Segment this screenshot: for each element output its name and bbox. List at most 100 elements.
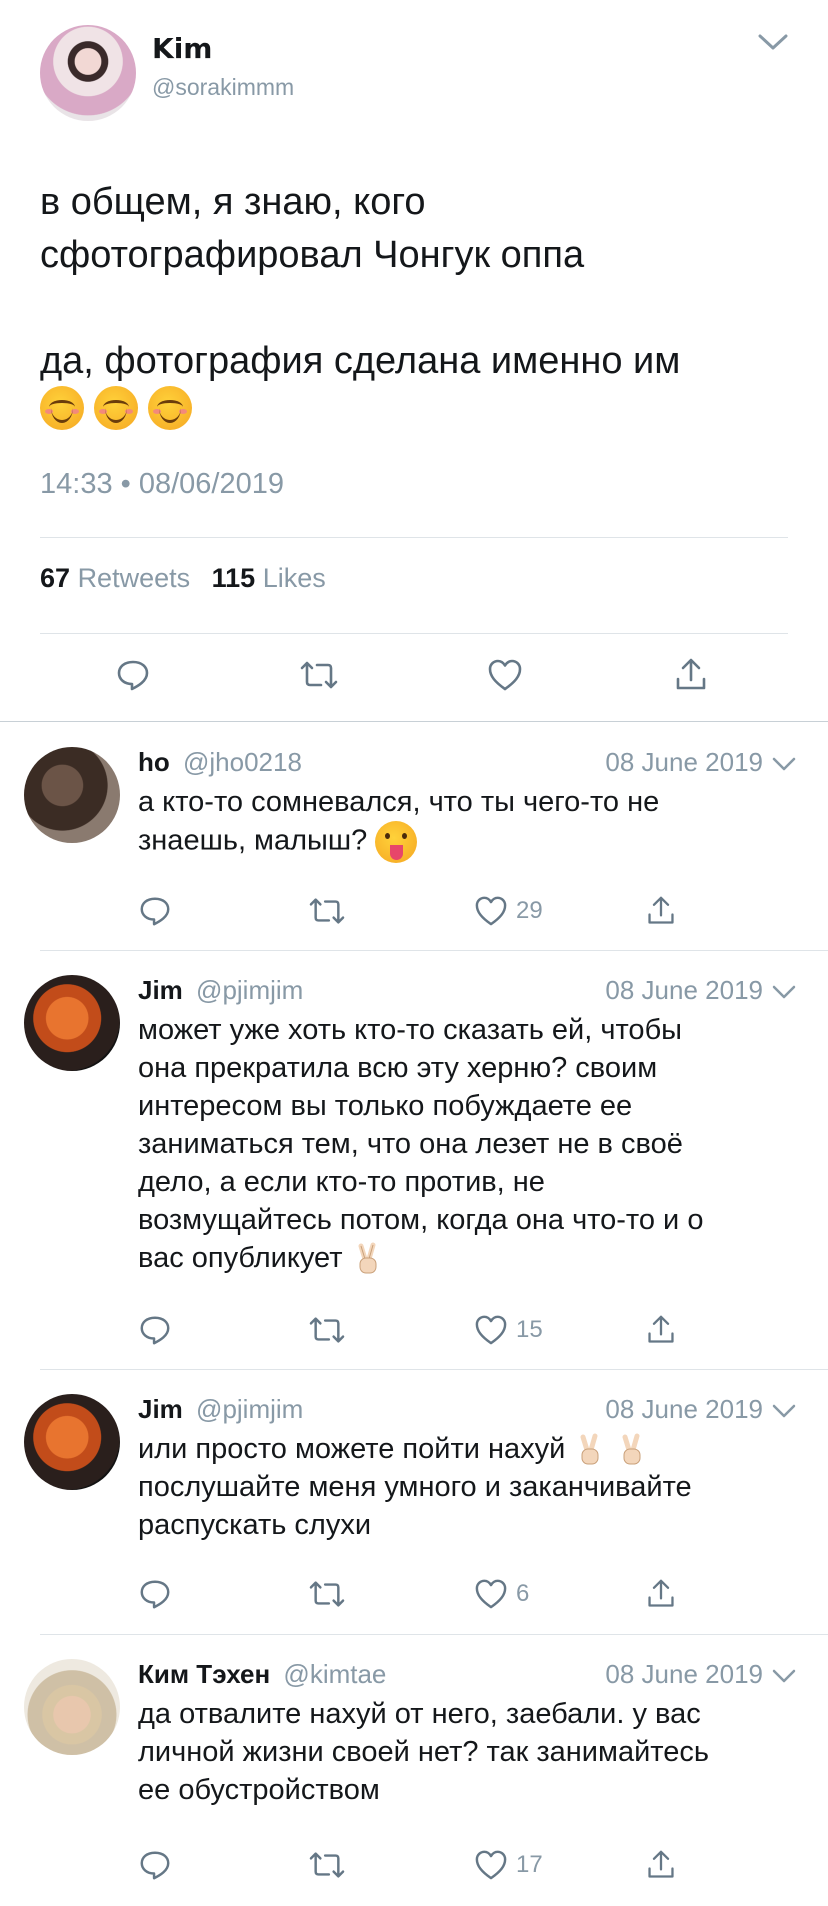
likes-count[interactable]: 115 — [212, 563, 256, 593]
reply-icon — [117, 660, 149, 691]
reply-tweet[interactable]: ho @jho0218 08 June 2019 а кто-то сомнев… — [0, 747, 828, 947]
chevron-down-icon[interactable] — [772, 1668, 796, 1684]
like-button[interactable]: 29 — [474, 891, 543, 931]
emoji-row — [40, 386, 192, 430]
reply-text-line: знаешь, малыш? — [138, 821, 798, 863]
heart-icon — [488, 659, 522, 691]
reply-icon — [140, 1316, 170, 1345]
reply-button[interactable] — [111, 653, 155, 697]
reply-text-line: интересом вы только побуждаете ее — [138, 1090, 633, 1122]
reply-author-handle[interactable]: @jho0218 — [183, 747, 302, 777]
retweet-button[interactable] — [308, 891, 346, 931]
share-icon — [648, 1850, 674, 1878]
reply-text-line: личной жизни своей нет? так занимайтесь — [138, 1736, 709, 1768]
reply-header: Jim @pjimjim 08 June 2019 — [138, 975, 798, 1011]
reply-text-line: она прекратила всю эту херню? своим — [138, 1052, 658, 1084]
reply-text-line: вас опубликует — [138, 1239, 798, 1277]
tweet-action-bar — [0, 653, 828, 697]
tweet-text-line: да, фотография сделана именно им — [40, 340, 681, 382]
retweet-button[interactable] — [297, 653, 341, 697]
reply-text-line: дело, а если кто-то против, не — [138, 1166, 545, 1198]
avatar[interactable] — [24, 1394, 120, 1490]
reply-author-handle[interactable]: @pjimjim — [196, 1394, 303, 1424]
victory-hand-icon — [358, 1242, 377, 1274]
reply-text-line: да отвалите нахуй от него, заебали. у ва… — [138, 1698, 701, 1730]
share-icon — [648, 1315, 674, 1343]
share-button[interactable] — [646, 1310, 676, 1350]
reply-button[interactable] — [138, 891, 172, 931]
reply-button[interactable] — [138, 1310, 172, 1350]
divider — [40, 1369, 828, 1370]
retweet-icon — [300, 661, 338, 689]
main-tweet: Kim @sorakimmm в общем, я знаю, кого сфо… — [0, 0, 828, 722]
like-count: 17 — [516, 1851, 543, 1878]
chevron-down-icon[interactable] — [772, 984, 796, 1000]
avatar[interactable] — [24, 975, 120, 1071]
reply-author-name[interactable]: ho — [138, 747, 170, 777]
share-icon — [648, 1579, 674, 1607]
reply-button[interactable] — [138, 1845, 172, 1885]
avatar[interactable] — [24, 1659, 120, 1755]
chevron-down-icon[interactable] — [757, 32, 789, 52]
reply-date: 08 June 2019 — [605, 747, 763, 777]
retweet-button[interactable] — [308, 1845, 346, 1885]
share-button[interactable] — [646, 891, 676, 931]
avatar[interactable] — [40, 25, 136, 121]
reply-text-span: или просто можете пойти нахуй — [138, 1433, 566, 1465]
share-button[interactable] — [646, 1574, 676, 1614]
divider — [40, 950, 828, 951]
heart-icon — [475, 1579, 507, 1609]
reply-author-name[interactable]: Ким Тэхен — [138, 1659, 270, 1689]
avatar[interactable] — [24, 747, 120, 843]
reply-tweet[interactable]: Jim @pjimjim 08 June 2019 может уже хоть… — [0, 975, 828, 1365]
reply-author-handle[interactable]: @pjimjim — [196, 975, 303, 1005]
reply-author-name[interactable]: Jim — [138, 975, 183, 1005]
reply-tweet[interactable]: Ким Тэхен @kimtae 08 June 2019 да отвали… — [0, 1659, 828, 1899]
like-button[interactable]: 6 — [474, 1574, 529, 1614]
chevron-down-icon[interactable] — [772, 756, 796, 772]
reply-text-line: или просто можете пойти нахуй — [138, 1430, 798, 1468]
retweets-count[interactable]: 67 — [40, 563, 70, 593]
tweet-text-line: сфотографировал Чонгук оппа — [40, 234, 585, 276]
reply-tweet[interactable]: Jim @pjimjim 08 June 2019 или просто мож… — [0, 1394, 828, 1624]
reply-action-bar: 6 — [138, 1574, 698, 1614]
reply-icon — [140, 897, 170, 926]
reply-text: или просто можете пойти нахуй послушайте… — [138, 1430, 798, 1544]
reply-action-bar: 15 — [138, 1310, 698, 1350]
divider — [40, 537, 788, 538]
smiling-face-icon — [40, 386, 84, 430]
like-button[interactable]: 17 — [474, 1845, 543, 1885]
reply-date: 08 June 2019 — [605, 1394, 763, 1424]
retweet-button[interactable] — [308, 1310, 346, 1350]
reply-text: может уже хоть кто-то сказать ей, чтобы … — [138, 1011, 798, 1277]
chevron-down-icon[interactable] — [772, 1403, 796, 1419]
share-button[interactable] — [669, 653, 713, 697]
share-button[interactable] — [646, 1845, 676, 1885]
like-count: 6 — [516, 1580, 530, 1607]
heart-icon — [475, 1315, 507, 1345]
like-button[interactable]: 15 — [474, 1310, 543, 1350]
reply-text: да отвалите нахуй от него, заебали. у ва… — [138, 1695, 798, 1809]
author-handle[interactable]: @sorakimmm — [152, 74, 294, 101]
victory-hand-icon — [580, 1433, 599, 1465]
reply-icon — [140, 1580, 170, 1609]
retweet-button[interactable] — [308, 1574, 346, 1614]
reply-date: 08 June 2019 — [605, 975, 763, 1005]
retweet-icon — [309, 1581, 345, 1607]
smiling-face-icon — [148, 386, 192, 430]
timestamp: 14:33 • 08/06/2019 — [40, 468, 284, 500]
author-name[interactable]: Kim — [152, 32, 212, 65]
retweets-label[interactable]: Retweets — [78, 563, 191, 593]
share-icon — [676, 658, 706, 690]
victory-hand-icon — [622, 1433, 641, 1465]
reply-action-bar: 17 — [138, 1845, 698, 1885]
like-button[interactable] — [483, 653, 527, 697]
retweet-icon — [309, 1317, 345, 1343]
reply-author-name[interactable]: Jim — [138, 1394, 183, 1424]
reply-button[interactable] — [138, 1574, 172, 1614]
likes-label[interactable]: Likes — [263, 563, 326, 593]
reply-author-handle[interactable]: @kimtae — [283, 1659, 386, 1689]
like-count: 15 — [516, 1316, 543, 1343]
retweet-icon — [309, 898, 345, 924]
like-count: 29 — [516, 897, 543, 924]
